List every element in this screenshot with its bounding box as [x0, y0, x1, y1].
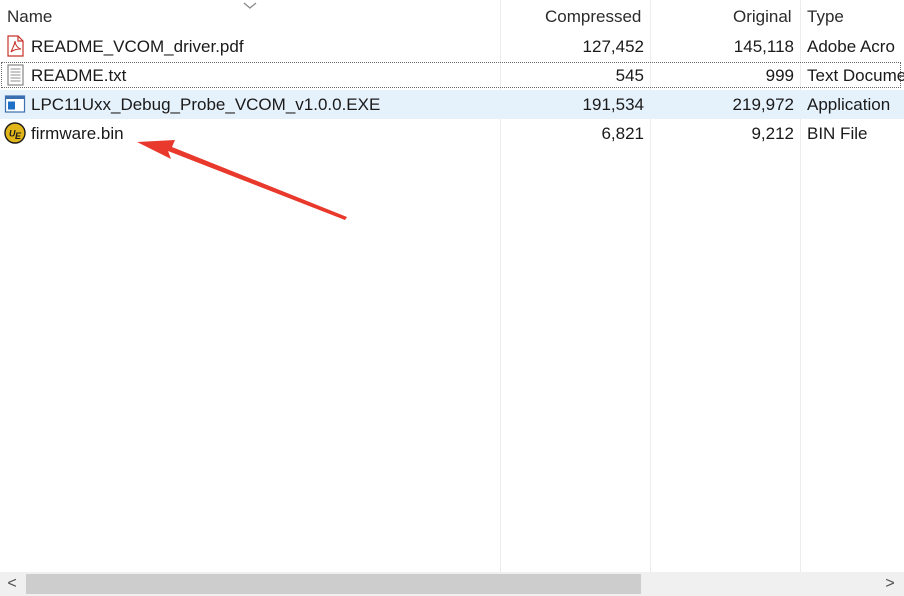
file-type: Application [807, 95, 891, 114]
scroll-right-arrow[interactable]: > [878, 572, 902, 596]
file-compressed-size: 6,821 [601, 124, 644, 143]
file-row-pdf[interactable]: README_VCOM_driver.pdf 127,452 145,118 A… [0, 32, 904, 61]
text-file-icon [7, 64, 24, 86]
scrollbar-thumb[interactable] [26, 574, 641, 594]
application-icon [4, 95, 26, 113]
horizontal-scrollbar[interactable]: < > [0, 572, 904, 596]
file-original-size: 9,212 [751, 124, 794, 143]
file-original-size: 219,972 [732, 95, 794, 114]
svg-text:E: E [15, 131, 22, 141]
file-compressed-size: 191,534 [582, 95, 644, 114]
scroll-left-arrow[interactable]: < [0, 572, 24, 596]
file-type: Adobe Acro [807, 37, 895, 56]
file-row-exe[interactable]: LPC11Uxx_Debug_Probe_VCOM_v1.0.0.EXE 191… [0, 90, 904, 119]
file-name: README.txt [31, 66, 127, 85]
column-header-type[interactable]: Type [807, 0, 844, 32]
file-row-txt[interactable]: README.txt 545 999 Text Docume [0, 61, 904, 90]
file-original-size: 145,118 [733, 37, 794, 56]
file-name: LPC11Uxx_Debug_Probe_VCOM_v1.0.0.EXE [31, 95, 381, 114]
file-type: Text Docume [807, 66, 904, 85]
sort-chevron-icon [243, 2, 257, 9]
ultraedit-icon: U E [4, 122, 26, 144]
file-compressed-size: 127,452 [582, 37, 644, 56]
column-header-original[interactable]: Original [733, 0, 792, 32]
column-header: Name Compressed Original Type [0, 0, 904, 32]
pdf-icon [7, 35, 24, 57]
file-type: BIN File [807, 124, 868, 143]
column-header-compressed[interactable]: Compressed [545, 0, 641, 32]
file-name: firmware.bin [31, 124, 124, 143]
file-compressed-size: 545 [615, 66, 644, 85]
file-original-size: 999 [765, 66, 794, 85]
file-row-bin[interactable]: U E firmware.bin 6,821 9,212 BIN File [0, 119, 904, 148]
column-header-name[interactable]: Name [7, 0, 52, 32]
file-name: README_VCOM_driver.pdf [31, 37, 244, 56]
